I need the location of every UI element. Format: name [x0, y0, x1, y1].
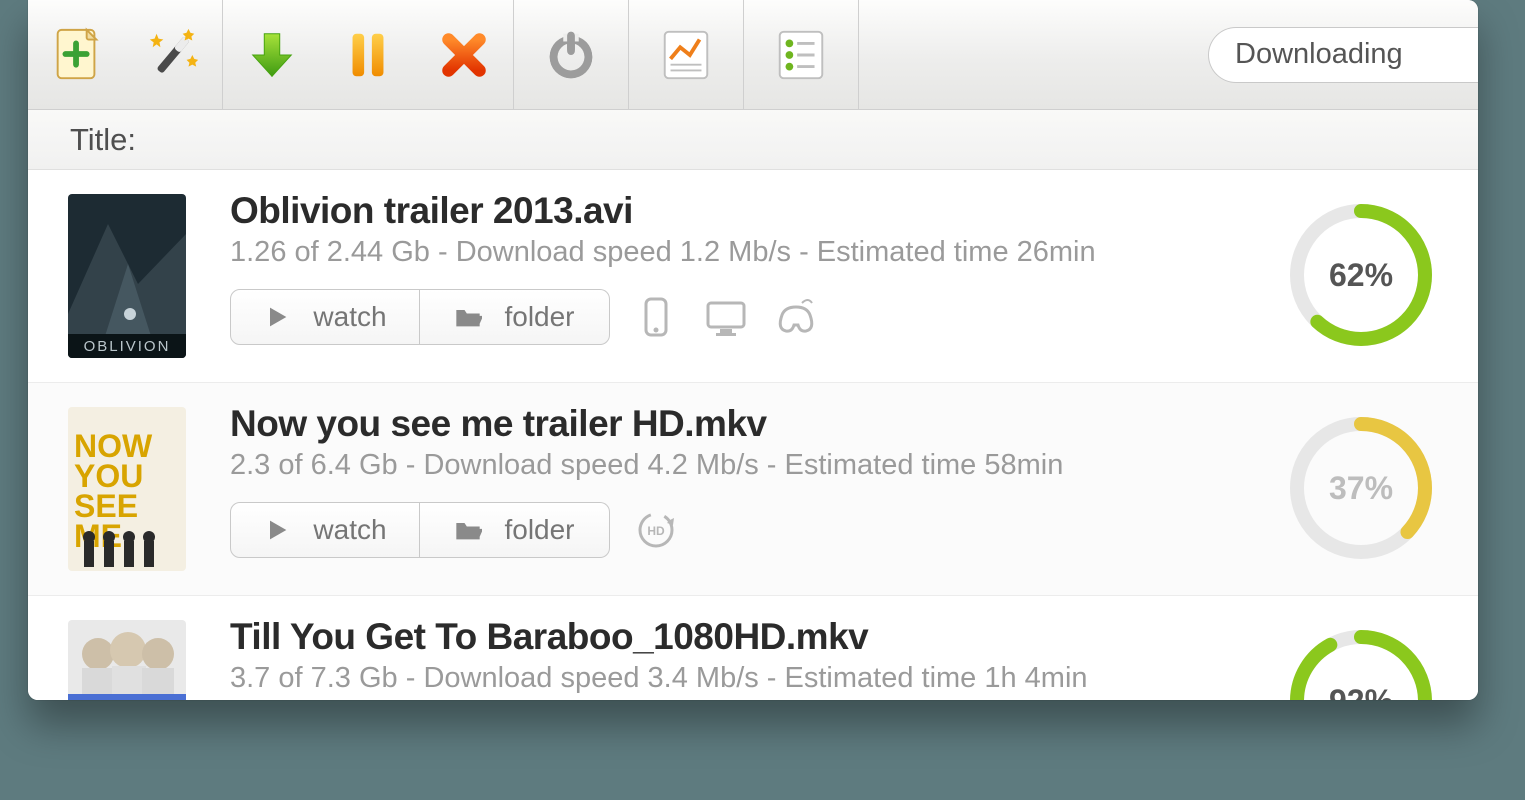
thumbnail: NOW YOU SEE ME.: [68, 407, 186, 571]
list-view-button[interactable]: [770, 24, 832, 86]
watch-label: watch: [313, 514, 386, 546]
new-download-button[interactable]: [46, 24, 108, 86]
download-meta: Till You Get To Baraboo_1080HD.mkv 3.7 o…: [230, 620, 1240, 700]
download-manager-window: Title: OBLIVION Oblivion trailer 2013.av…: [28, 0, 1478, 700]
download-meta: Now you see me trailer HD.mkv 2.3 of 6.4…: [230, 407, 1240, 558]
wizard-button[interactable]: [142, 24, 204, 86]
filter-input[interactable]: [1208, 27, 1478, 83]
row-actions: watch folder: [230, 289, 1240, 345]
status-text: 3.7 of 7.3 Gb - Download speed 3.4 Mb/s …: [230, 662, 1240, 695]
toolbar-search: [1190, 0, 1478, 109]
download-row[interactable]: OBLIVION Oblivion trailer 2013.avi 1.26 …: [28, 170, 1478, 383]
svg-text:OBLIVION: OBLIVION: [84, 338, 171, 355]
download-list: OBLIVION Oblivion trailer 2013.avi 1.26 …: [28, 170, 1478, 700]
toolbar-group-list: [744, 0, 859, 109]
watch-label: watch: [313, 301, 386, 333]
folder-button[interactable]: folder: [420, 502, 610, 558]
svg-text:HD: HD: [647, 524, 665, 538]
monitor-icon[interactable]: [702, 293, 750, 341]
progress-ring: 37%: [1284, 411, 1438, 565]
download-row[interactable]: Till You Get To Baraboo_1080HD.mkv 3.7 o…: [28, 596, 1478, 700]
toolbar-group-control: [223, 0, 514, 109]
thumbnail: OBLIVION: [68, 194, 186, 358]
status-text: 1.26 of 2.44 Gb - Download speed 1.2 Mb/…: [230, 236, 1240, 269]
hd-refresh-icon[interactable]: HD: [632, 506, 680, 554]
pause-button[interactable]: [337, 24, 399, 86]
thumbnail: [68, 620, 186, 700]
status-text: 2.3 of 6.4 Gb - Download speed 4.2 Mb/s …: [230, 449, 1240, 482]
progress-ring: 92%: [1284, 624, 1438, 700]
folder-label: folder: [504, 514, 574, 546]
row-actions: watch folder HD: [230, 502, 1240, 558]
folder-label: folder: [504, 301, 574, 333]
toolbar-group-chart: [629, 0, 744, 109]
folder-button[interactable]: folder: [420, 289, 610, 345]
gamepad-icon[interactable]: [772, 293, 820, 341]
progress-label: 62%: [1284, 198, 1438, 352]
watch-button[interactable]: watch: [230, 502, 420, 558]
toolbar-group-add: [28, 0, 223, 109]
progress-ring: 62%: [1284, 198, 1438, 352]
phone-icon[interactable]: [632, 293, 680, 341]
shutdown-button[interactable]: [540, 24, 602, 86]
filename: Now you see me trailer HD.mkv: [230, 403, 1240, 445]
statistics-button[interactable]: [655, 24, 717, 86]
column-header: Title:: [28, 110, 1478, 170]
filename: Oblivion trailer 2013.avi: [230, 190, 1240, 232]
progress-label: 37%: [1284, 411, 1438, 565]
toolbar: [28, 0, 1478, 110]
title-column-label: Title:: [70, 122, 136, 158]
cancel-button[interactable]: [433, 24, 495, 86]
toolbar-group-power: [514, 0, 629, 109]
download-meta: Oblivion trailer 2013.avi 1.26 of 2.44 G…: [230, 194, 1240, 345]
filename: Till You Get To Baraboo_1080HD.mkv: [230, 616, 1240, 658]
download-row[interactable]: NOW YOU SEE ME. Now you see me trailer H…: [28, 383, 1478, 596]
svg-text:ME.: ME.: [74, 518, 131, 554]
watch-button[interactable]: watch: [230, 289, 420, 345]
start-button[interactable]: [241, 24, 303, 86]
progress-label: 92%: [1284, 624, 1438, 700]
